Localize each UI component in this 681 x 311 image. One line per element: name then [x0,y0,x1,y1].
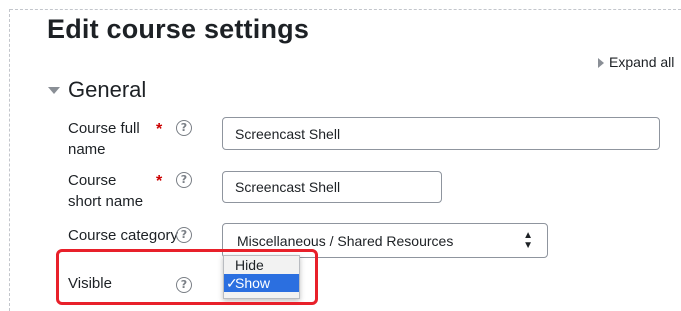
required-icon: * [156,173,163,190]
caret-right-icon [598,58,604,68]
help-icon[interactable]: ? [176,172,192,188]
expand-all-link[interactable]: Expand all [598,54,674,70]
section-toggle-general[interactable]: General [48,77,146,103]
caret-down-icon [48,86,60,94]
category-label: Course category [68,227,179,244]
category-select-value: Miscellaneous / Shared Resources [237,232,454,249]
page-title: Edit course settings [47,14,310,44]
full-name-label: Course full name [68,120,140,158]
select-arrows-icon: ▲ ▼ [523,229,533,251]
short-name-label: Course short name [68,172,144,210]
help-icon[interactable]: ? [176,120,192,136]
required-icon: * [156,121,163,138]
help-icon[interactable]: ? [176,227,192,243]
section-title: General [68,77,147,102]
short-name-input[interactable] [222,171,442,203]
expand-all-label: Expand all [609,54,675,70]
arrow-down-icon: ▼ [523,239,533,251]
full-name-input[interactable] [222,117,660,150]
frame-border-top [10,9,681,10]
arrow-up-icon: ▲ [523,229,533,241]
highlight-annotation-box [56,249,318,305]
frame-border-left [9,9,10,311]
